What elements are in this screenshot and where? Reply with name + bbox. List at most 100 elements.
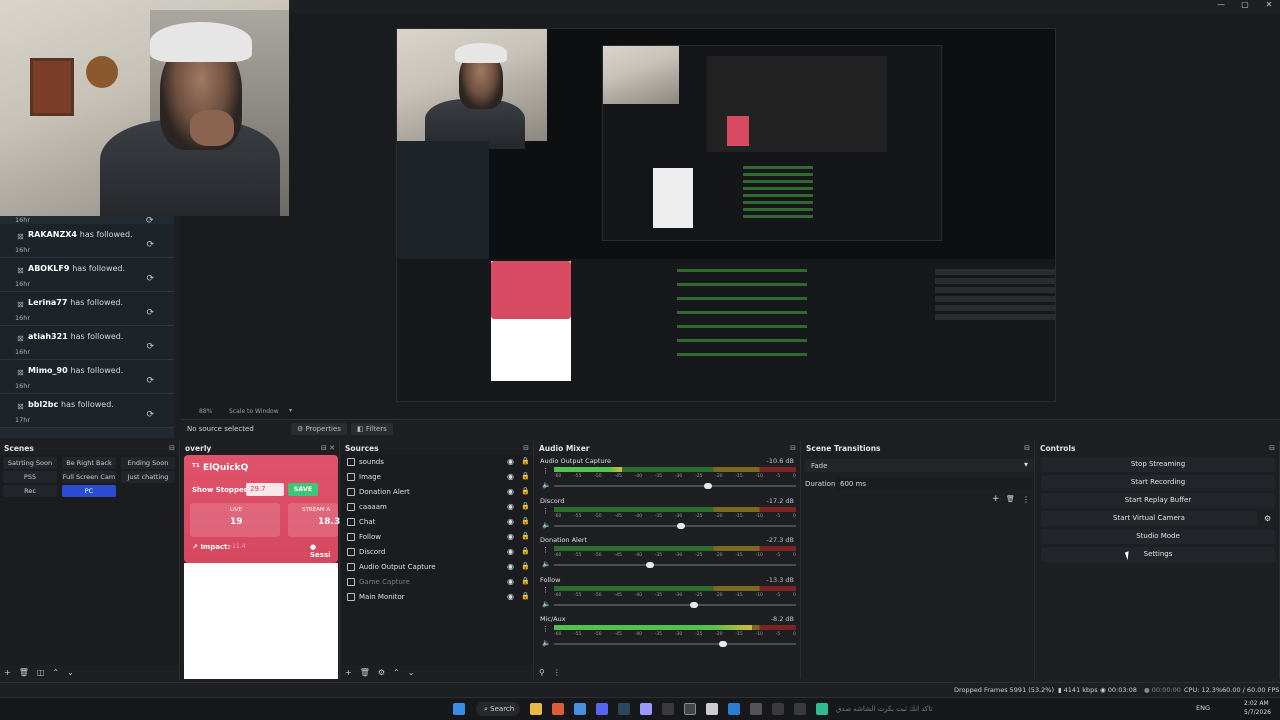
app-icon[interactable] — [816, 703, 828, 715]
premiere-icon[interactable] — [640, 703, 652, 715]
vscode-icon[interactable] — [728, 703, 740, 715]
source-item[interactable]: sounds ◉ 🔒 — [345, 455, 535, 470]
channel-menu-icon[interactable]: ⋮ — [542, 625, 549, 633]
speaker-icon[interactable]: 🔈 — [542, 600, 551, 608]
clock-time[interactable]: 2:02 AM — [1244, 700, 1269, 707]
source-item[interactable]: Game Capture ◉ 🔒 — [345, 575, 535, 590]
speaker-icon[interactable]: 🔈 — [542, 560, 551, 568]
volume-fader[interactable] — [554, 562, 796, 568]
lock-icon[interactable]: 🔒 — [521, 532, 530, 540]
clock-date[interactable]: 5/7/2026 — [1244, 709, 1271, 716]
volume-fader[interactable] — [554, 641, 796, 647]
more-icon[interactable]: ⋮ — [1022, 495, 1030, 504]
visibility-eye-icon[interactable]: ◉ — [507, 457, 514, 466]
language-indicator[interactable]: ENG — [1196, 704, 1210, 712]
lock-icon[interactable]: 🔒 — [521, 562, 530, 570]
save-button[interactable]: SAVE — [288, 483, 318, 496]
source-item[interactable]: Audio Output Capture ◉ 🔒 — [345, 560, 535, 575]
app-icon[interactable] — [794, 703, 806, 715]
duration-input[interactable]: 600 ms — [836, 477, 1032, 490]
add-icon[interactable]: + — [4, 668, 11, 677]
close-button[interactable]: ✕ — [1264, 0, 1274, 9]
volume-fader[interactable] — [554, 483, 796, 489]
show-stopper-input[interactable]: 29.7 — [246, 483, 284, 496]
lock-icon[interactable]: 🔒 — [521, 577, 530, 585]
lock-icon[interactable]: 🔒 — [521, 592, 530, 600]
move-up-icon[interactable]: ⌃ — [52, 668, 59, 677]
discord-icon[interactable] — [596, 703, 608, 715]
maximize-button[interactable]: ▢ — [1240, 0, 1250, 9]
gear-icon[interactable]: ⚙ — [378, 668, 385, 677]
visibility-eye-icon[interactable]: ◉ — [507, 502, 514, 511]
visibility-eye-icon[interactable]: ◉ — [507, 562, 514, 571]
visibility-eye-icon[interactable]: ◉ — [507, 532, 514, 541]
chrome-icon[interactable] — [574, 703, 586, 715]
chevron-down-icon[interactable]: ▾ — [289, 407, 292, 414]
windows-start-icon[interactable] — [453, 703, 465, 715]
transition-select[interactable]: Fade ▾ — [805, 459, 1033, 472]
control-button[interactable]: Stop Streaming — [1041, 457, 1275, 472]
visibility-eye-icon[interactable]: ◉ — [507, 517, 514, 526]
channel-menu-icon[interactable]: ⋮ — [542, 467, 549, 475]
source-item[interactable]: Discord ◉ 🔒 — [345, 545, 535, 560]
scene-item[interactable]: Full Screen Cam — [62, 471, 116, 483]
visibility-eye-icon[interactable]: ◉ — [507, 472, 514, 481]
terminal-icon[interactable] — [662, 703, 674, 715]
virtual-camera-gear-icon[interactable]: ⚙ — [1264, 514, 1271, 523]
lock-icon[interactable]: 🔒 — [521, 472, 530, 480]
source-item[interactable]: Main Monitor ◉ 🔒 — [345, 590, 535, 605]
dock-menu-icon[interactable]: ⊟ — [169, 444, 175, 452]
scene-item[interactable]: PC — [62, 485, 116, 497]
taskbar-search[interactable]: ⌕ Search — [476, 702, 520, 716]
channel-menu-icon[interactable]: ⋮ — [542, 507, 549, 515]
channel-menu-icon[interactable]: ⋮ — [542, 586, 549, 594]
zoom-level[interactable]: 88% — [199, 408, 212, 415]
move-down-icon[interactable]: ⌄ — [67, 668, 74, 677]
brave-icon[interactable] — [552, 703, 564, 715]
dock-close-icon[interactable]: ⊟ ✕ — [321, 444, 335, 452]
source-item[interactable]: Chat ◉ 🔒 — [345, 515, 535, 530]
source-item[interactable]: caaaam ◉ 🔒 — [345, 500, 535, 515]
channel-menu-icon[interactable]: ⋮ — [542, 546, 549, 554]
visibility-eye-icon[interactable]: ◉ — [507, 577, 514, 586]
more-icon[interactable]: ⋮ — [553, 668, 561, 677]
obs-icon[interactable] — [684, 703, 696, 715]
preview-canvas[interactable] — [396, 28, 1056, 402]
speaker-icon[interactable]: 🔈 — [542, 521, 551, 529]
source-item[interactable]: Image ◉ 🔒 — [345, 470, 535, 485]
steam-icon[interactable] — [618, 703, 630, 715]
filter-icon[interactable]: ◫ — [37, 668, 45, 677]
filters-button[interactable]: ◧ Filters — [351, 423, 393, 435]
control-button[interactable]: Start Replay Buffer — [1041, 493, 1275, 508]
volume-fader[interactable] — [554, 601, 796, 608]
minimize-button[interactable]: — — [1216, 0, 1226, 9]
scene-item[interactable]: Ending Soon — [121, 457, 175, 469]
control-button[interactable]: Start Virtual Camera — [1041, 511, 1257, 526]
source-item[interactable]: Donation Alert ◉ 🔒 — [345, 485, 535, 500]
trash-icon[interactable]: 🗑 — [19, 668, 29, 677]
link-icon[interactable]: ⚲ — [539, 668, 545, 677]
control-button[interactable]: Start Recording — [1041, 475, 1275, 490]
lock-icon[interactable]: 🔒 — [521, 487, 530, 495]
scene-item[interactable]: Rec — [3, 485, 57, 497]
scale-mode[interactable]: Scale to Window — [229, 408, 279, 415]
add-icon[interactable]: + — [345, 668, 352, 677]
lock-icon[interactable]: 🔒 — [521, 517, 530, 525]
visibility-eye-icon[interactable]: ◉ — [507, 547, 514, 556]
speaker-icon[interactable]: 🔈 — [542, 481, 551, 489]
dock-menu-icon[interactable]: ⊟ — [523, 444, 529, 452]
app-icon[interactable] — [706, 703, 718, 715]
move-down-icon[interactable]: ⌄ — [408, 668, 415, 677]
control-button[interactable]: Settings — [1041, 547, 1275, 562]
properties-button[interactable]: ⚙ Properties — [291, 423, 347, 435]
visibility-eye-icon[interactable]: ◉ — [507, 487, 514, 496]
trash-icon[interactable]: 🗑 — [1006, 495, 1015, 503]
scene-item[interactable]: PS5 — [3, 471, 57, 483]
scene-item[interactable]: Just chatting — [121, 471, 175, 483]
dock-menu-icon[interactable]: ⊟ — [1024, 444, 1030, 452]
scene-item[interactable]: Be Right Back — [62, 457, 116, 469]
scene-item[interactable]: Satrting Soon — [3, 457, 57, 469]
trash-icon[interactable]: 🗑 — [360, 668, 370, 677]
lock-icon[interactable]: 🔒 — [521, 547, 530, 555]
dock-menu-icon[interactable]: ⊟ — [790, 444, 796, 452]
